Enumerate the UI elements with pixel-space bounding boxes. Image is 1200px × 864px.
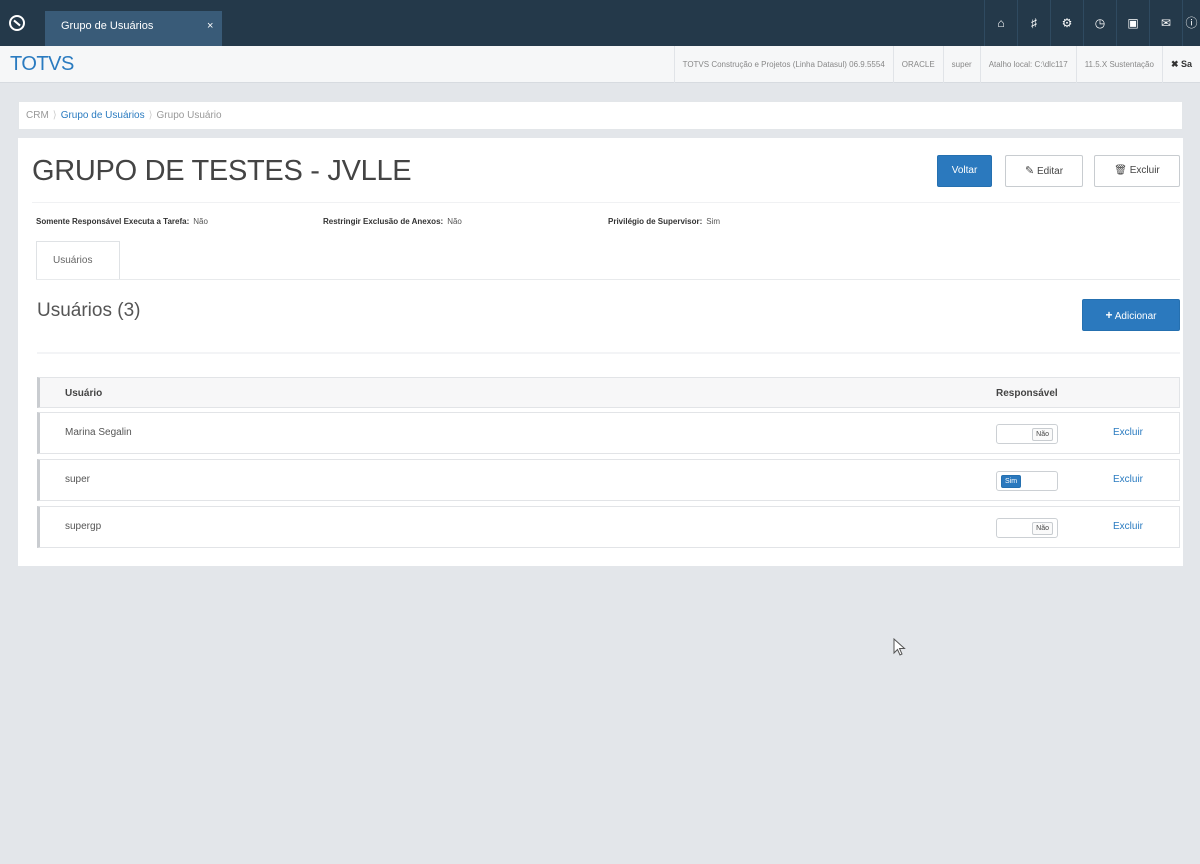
database-info: ORACLE <box>892 46 943 83</box>
back-button[interactable]: Voltar <box>937 155 992 187</box>
section-divider <box>37 352 1180 354</box>
column-header-responsible[interactable]: Responsável <box>996 388 1058 399</box>
totvs-logo-icon[interactable] <box>9 15 25 31</box>
responsible-toggle[interactable]: Não <box>996 518 1058 538</box>
sitemap-icon[interactable]: ♯ <box>1017 0 1050 46</box>
table-row: super Sim Excluir <box>37 459 1180 501</box>
user-info: super <box>942 46 980 83</box>
user-name: super <box>65 474 91 485</box>
user-name: Marina Segalin <box>65 427 132 438</box>
property-label: Privilégio de Supervisor: <box>608 217 703 226</box>
breadcrumb-crm[interactable]: CRM <box>26 110 49 121</box>
breadcrumb: CRM ⟩ Grupo de Usuários ⟩ Grupo Usuário <box>18 101 1183 130</box>
mouse-cursor-icon <box>893 638 906 656</box>
document-icon[interactable]: ▣ <box>1116 0 1149 46</box>
tab-grupo-de-usuarios[interactable]: Grupo de Usuários × <box>45 11 222 46</box>
property-label: Restringir Exclusão de Anexos: <box>323 217 444 226</box>
divider <box>32 202 1180 203</box>
tab-divider <box>36 279 1180 280</box>
exit-button[interactable]: ✖ Sa <box>1161 46 1200 83</box>
property-responsible-only: Somente Responsável Executa a Tarefa: Não <box>36 217 208 226</box>
tab-label: Grupo de Usuários <box>61 20 154 32</box>
table-header: Usuário Responsável <box>37 377 1180 408</box>
info-icon[interactable]: ⓘ <box>1182 0 1200 46</box>
remove-user-link[interactable]: Excluir <box>1113 474 1143 485</box>
edit-button-label: Editar <box>1036 166 1064 177</box>
clock-icon[interactable]: ◷ <box>1083 0 1116 46</box>
property-supervisor-privilege: Privilégio de Supervisor: Sim <box>608 217 720 226</box>
breadcrumb-separator: ⟩ <box>148 110 153 121</box>
user-name: supergp <box>65 521 102 532</box>
gear-icon[interactable]: ⚙ <box>1050 0 1083 46</box>
table-row: supergp Não Excluir <box>37 506 1180 548</box>
responsible-toggle[interactable]: Não <box>996 424 1058 444</box>
add-user-button[interactable]: + Adicionar <box>1082 299 1180 331</box>
page-title: GRUPO DE TESTES - JVLLE <box>32 155 412 187</box>
toggle-label: Sim <box>1001 475 1022 488</box>
breadcrumb-current: Grupo Usuário <box>156 110 222 121</box>
home-icon[interactable]: ⌂ <box>984 0 1017 46</box>
property-value: Não <box>193 217 208 226</box>
detail-panel: GRUPO DE TESTES - JVLLE Voltar ✎ Editar … <box>18 138 1183 566</box>
tab-close-icon[interactable]: × <box>207 20 213 32</box>
add-button-label: Adicionar <box>1114 311 1157 322</box>
property-value: Sim <box>706 217 721 226</box>
property-value: Não <box>447 217 462 226</box>
version-info: 11.5.X Sustentação <box>1075 46 1162 83</box>
table-row: Marina Segalin Não Excluir <box>37 412 1180 454</box>
toggle-label: Não <box>1032 522 1053 535</box>
remove-user-link[interactable]: Excluir <box>1113 521 1143 532</box>
session-info: TOTVS Construção e Projetos (Linha Datas… <box>673 46 1200 83</box>
delete-button-label: Excluir <box>1129 165 1160 176</box>
remove-user-link[interactable]: Excluir <box>1113 427 1143 438</box>
plus-icon: + <box>1105 308 1113 322</box>
edit-button[interactable]: ✎ Editar <box>1005 155 1083 187</box>
brand-bar: TOTVS TOTVS Construção e Projetos (Linha… <box>0 46 1200 83</box>
tab-usuarios[interactable]: Usuários <box>36 241 120 280</box>
mail-icon[interactable]: ✉ <box>1149 0 1182 46</box>
trash-icon: 🗑 <box>1114 165 1127 176</box>
column-header-user[interactable]: Usuário <box>65 388 102 399</box>
top-nav-icons: ⌂ ♯ ⚙ ◷ ▣ ✉ ⓘ <box>984 0 1200 46</box>
top-navigation-bar: Grupo de Usuários × ⌂ ♯ ⚙ ◷ ▣ ✉ ⓘ <box>0 0 1200 46</box>
product-info: TOTVS Construção e Projetos (Linha Datas… <box>673 46 893 83</box>
property-restrict-attachments: Restringir Exclusão de Anexos: Não <box>323 217 462 226</box>
section-title: Usuários (3) <box>37 300 141 321</box>
delete-button[interactable]: 🗑 Excluir <box>1094 155 1180 187</box>
brand-logo: TOTVS <box>10 53 74 75</box>
pencil-icon: ✎ <box>1024 165 1035 177</box>
breadcrumb-separator: ⟩ <box>52 110 57 121</box>
toggle-label: Não <box>1032 428 1053 441</box>
property-label: Somente Responsável Executa a Tarefa: <box>36 217 190 226</box>
breadcrumb-grupo-de-usuarios[interactable]: Grupo de Usuários <box>61 110 145 121</box>
shortcut-info: Atalho local: C:\dlc117 <box>979 46 1076 83</box>
responsible-toggle[interactable]: Sim <box>996 471 1058 491</box>
